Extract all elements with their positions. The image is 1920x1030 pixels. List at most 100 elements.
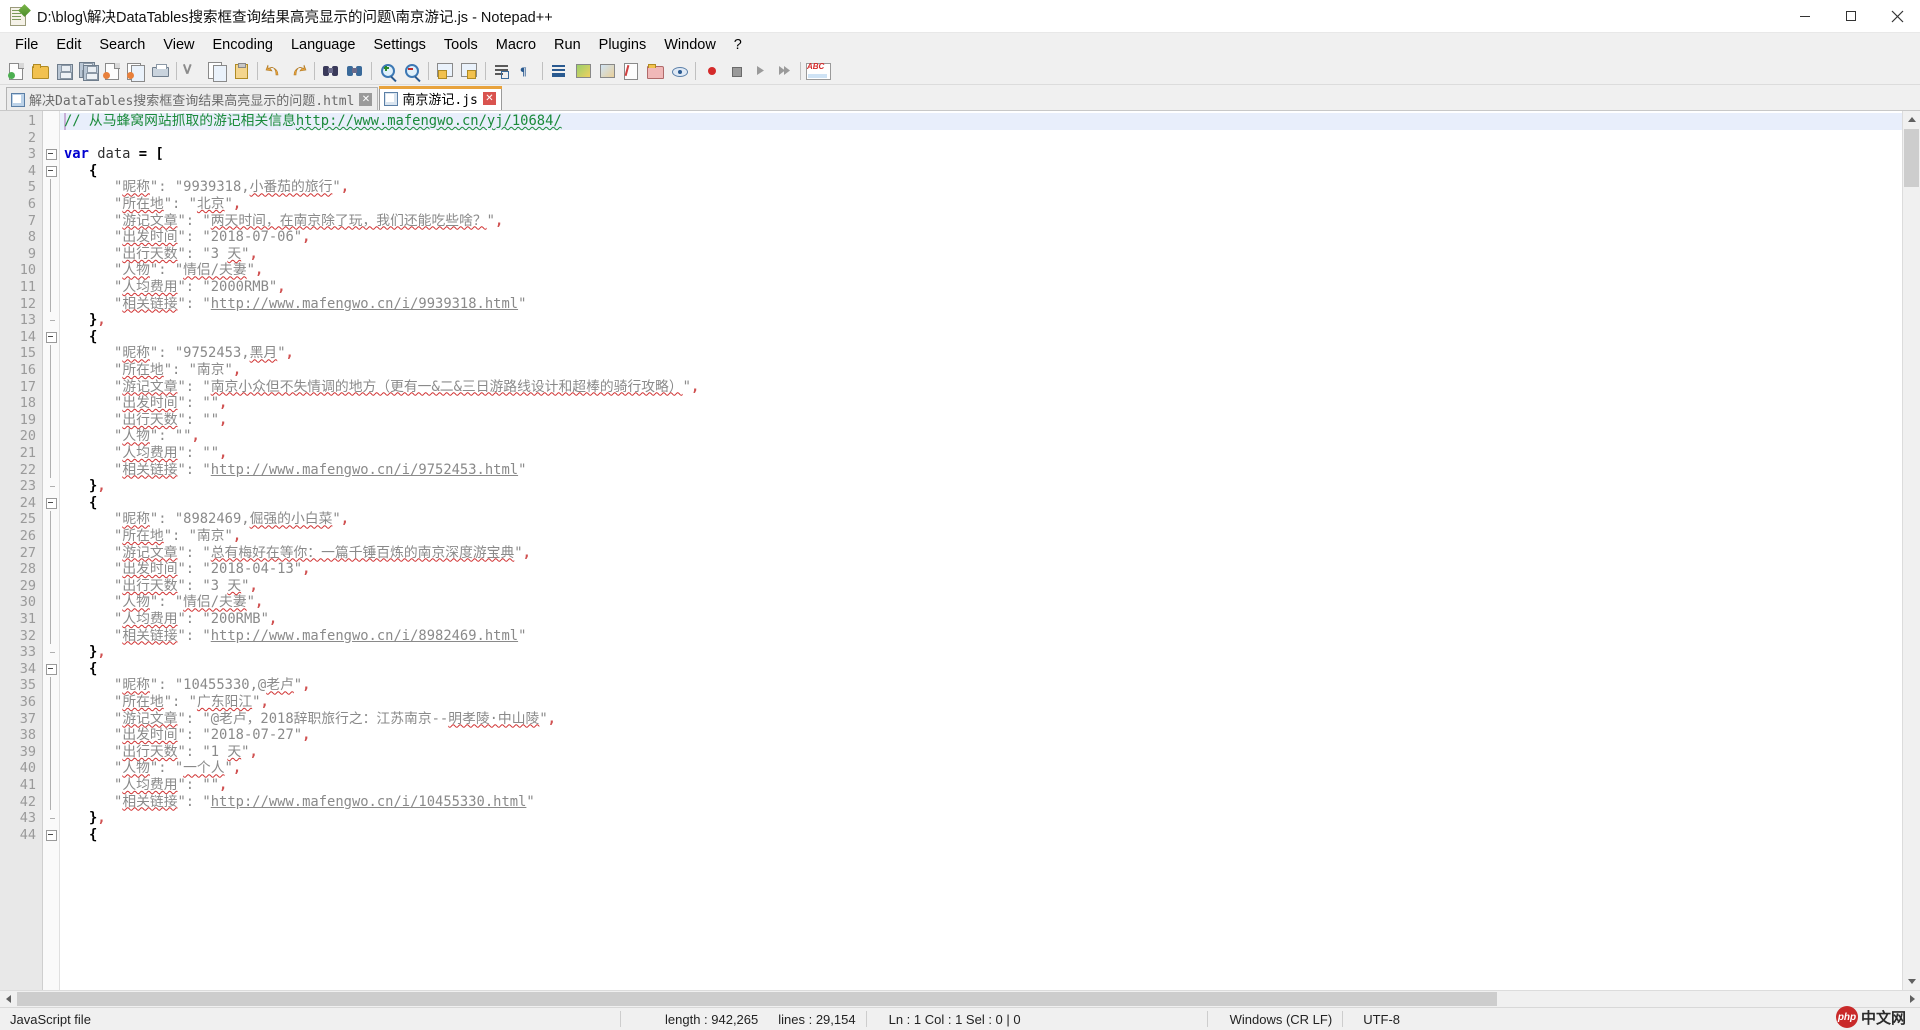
code-line[interactable]: "昵称": "10455330,@老卢", [64, 677, 310, 694]
menu-macro[interactable]: Macro [487, 35, 545, 55]
code-line[interactable]: "出发时间": "2018-07-27", [64, 727, 310, 744]
tab-close-icon[interactable]: ✕ [359, 93, 372, 106]
horizontal-scrollbar[interactable] [0, 990, 1920, 1007]
maximize-button[interactable] [1828, 0, 1874, 32]
close-all-files-icon[interactable] [124, 59, 147, 82]
code-line[interactable]: "出行天数": "1 天", [64, 744, 258, 761]
menu-language[interactable]: Language [282, 35, 365, 55]
tab-html-file[interactable]: 解决DataTables搜索框查询结果高亮显示的问题.html ✕ [6, 87, 378, 110]
indent-guide-icon[interactable] [547, 59, 570, 82]
menu-edit[interactable]: Edit [47, 35, 90, 55]
run-macro-multiple-icon[interactable] [772, 59, 795, 82]
find-icon[interactable] [319, 59, 342, 82]
code-line[interactable]: "相关链接": "http://www.mafengwo.cn/i/975245… [64, 462, 526, 479]
code-text-area[interactable]: // 从马蜂窝网站抓取的游记相关信息http://www.mafengwo.cn… [60, 111, 1902, 990]
folder-as-workspace-icon[interactable] [643, 59, 666, 82]
code-line[interactable]: "人物": "一个人", [64, 760, 241, 777]
close-file-icon[interactable] [100, 59, 123, 82]
code-line[interactable]: "游记文章": "@老卢，2018辞职旅行之：江苏南京--明孝陵·中山陵", [64, 711, 556, 728]
menu-view[interactable]: View [154, 35, 203, 55]
code-line[interactable]: { [64, 495, 97, 512]
play-macro-icon[interactable] [748, 59, 771, 82]
code-line[interactable]: "昵称": "9752453,黑月", [64, 345, 294, 362]
code-line[interactable]: "人物": "", [64, 428, 200, 445]
code-line[interactable]: "人均费用": "", [64, 777, 227, 794]
scroll-down-arrow-icon[interactable] [1903, 973, 1920, 990]
code-line[interactable]: "游记文章": "总有梅好在等你：一篇千锤百炼的南京深度游宝典", [64, 545, 531, 562]
code-line[interactable]: { [64, 329, 97, 346]
scroll-right-arrow-icon[interactable] [1904, 991, 1920, 1007]
fold-collapse-icon[interactable] [46, 498, 57, 509]
menu-encoding[interactable]: Encoding [204, 35, 282, 55]
vertical-scroll-thumb[interactable] [1904, 129, 1919, 187]
code-line[interactable]: }, [64, 312, 106, 329]
code-line[interactable]: }, [64, 478, 106, 495]
copy-icon[interactable] [205, 59, 228, 82]
spell-check-icon[interactable]: ABC [805, 59, 831, 82]
menu-help[interactable]: ? [725, 35, 751, 55]
function-list-icon[interactable] [619, 59, 642, 82]
code-line[interactable]: // 从马蜂窝网站抓取的游记相关信息http://www.mafengwo.cn… [64, 113, 562, 130]
code-line[interactable]: "人均费用": "2000RMB", [64, 279, 286, 296]
record-macro-icon[interactable] [700, 59, 723, 82]
monitoring-icon[interactable] [667, 59, 690, 82]
fold-collapse-icon[interactable] [46, 332, 57, 343]
fold-collapse-icon[interactable] [46, 664, 57, 675]
fold-collapse-icon[interactable] [46, 830, 57, 841]
new-file-icon[interactable] [4, 59, 27, 82]
tab-close-icon[interactable]: ✕ [483, 92, 496, 105]
code-line[interactable]: "昵称": "8982469,倔强的小白菜", [64, 511, 349, 528]
code-line[interactable]: { [64, 661, 97, 678]
menu-plugins[interactable]: Plugins [590, 35, 656, 55]
all-chars-icon[interactable]: ¶ [514, 59, 537, 82]
code-line[interactable]: "所在地": "南京", [64, 528, 241, 545]
code-line[interactable]: "人均费用": "", [64, 445, 227, 462]
code-line[interactable]: { [64, 163, 97, 180]
code-line[interactable]: "出行天数": "", [64, 412, 227, 429]
code-line[interactable]: "人物": "情侣/夫妻", [64, 594, 263, 611]
code-line[interactable]: }, [64, 810, 106, 827]
code-line[interactable]: "所在地": "广东阳江", [64, 694, 269, 711]
code-line[interactable]: { [64, 827, 97, 844]
menu-window[interactable]: Window [655, 35, 725, 55]
menu-file[interactable]: File [6, 35, 47, 55]
save-icon[interactable] [52, 59, 75, 82]
code-line[interactable]: "出发时间": "", [64, 395, 227, 412]
code-line[interactable]: }, [64, 644, 106, 661]
replace-icon[interactable] [343, 59, 366, 82]
zoom-in-icon[interactable] [376, 59, 399, 82]
save-all-icon[interactable] [76, 59, 99, 82]
open-file-icon[interactable] [28, 59, 51, 82]
menu-settings[interactable]: Settings [364, 35, 434, 55]
code-line[interactable]: "所在地": "南京", [64, 362, 241, 379]
code-line[interactable]: "相关链接": "http://www.mafengwo.cn/i/993931… [64, 296, 526, 313]
stop-record-macro-icon[interactable] [724, 59, 747, 82]
cut-icon[interactable] [181, 59, 204, 82]
code-folding-column[interactable] [43, 111, 60, 990]
scroll-left-arrow-icon[interactable] [0, 991, 16, 1007]
vertical-scrollbar[interactable] [1902, 111, 1920, 990]
tab-js-file[interactable]: 南京游记.js ✕ [379, 86, 501, 110]
code-line[interactable]: "游记文章": "南京小众但不失情调的地方（更有一&二&三日游路线设计和超棒的骑… [64, 379, 699, 396]
paste-icon[interactable] [229, 59, 252, 82]
redo-icon[interactable] [286, 59, 309, 82]
menu-tools[interactable]: Tools [435, 35, 487, 55]
print-icon[interactable] [148, 59, 171, 82]
code-line[interactable]: "游记文章": "两天时间，在南京除了玩，我们还能吃些啥？", [64, 213, 503, 230]
fold-collapse-icon[interactable] [46, 166, 57, 177]
code-line[interactable]: "相关链接": "http://www.mafengwo.cn/i/898246… [64, 628, 526, 645]
zoom-out-icon[interactable] [400, 59, 423, 82]
code-line[interactable]: "出行天数": "3 天", [64, 578, 258, 595]
code-line[interactable]: "昵称": "9939318,小番茄的旅行", [64, 179, 349, 196]
code-line[interactable]: "所在地": "北京", [64, 196, 241, 213]
code-line[interactable]: "出行天数": "3 天", [64, 246, 258, 263]
doc-map-icon[interactable] [595, 59, 618, 82]
code-line[interactable]: "相关链接": "http://www.mafengwo.cn/i/104553… [64, 794, 535, 811]
scroll-up-arrow-icon[interactable] [1903, 111, 1920, 128]
sync-horizontal-scroll-icon[interactable] [457, 59, 480, 82]
sync-vertical-scroll-icon[interactable] [433, 59, 456, 82]
minimize-button[interactable] [1782, 0, 1828, 32]
code-line[interactable]: "出发时间": "2018-07-06", [64, 229, 310, 246]
close-button[interactable] [1874, 0, 1920, 32]
menu-search[interactable]: Search [90, 35, 154, 55]
